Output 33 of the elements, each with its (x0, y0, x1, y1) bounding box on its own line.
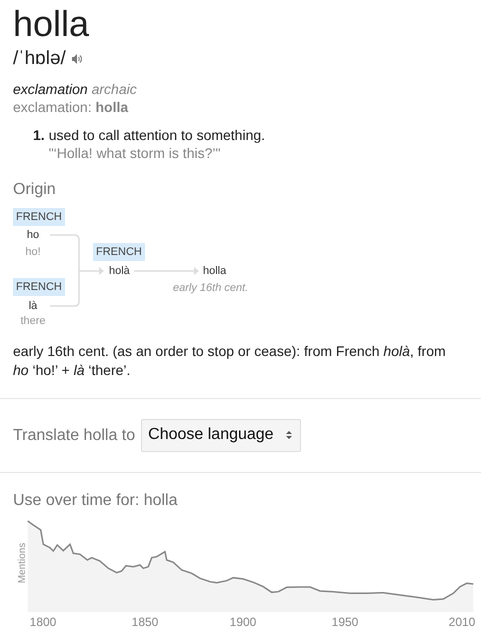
definition-text: used to call attention to something. (48, 126, 266, 144)
headword: holla (13, 4, 90, 44)
axis-tick-label: 1950 (332, 615, 358, 629)
language-tag: FRENCH (13, 278, 65, 296)
axis-tick-label: 2010 (448, 615, 476, 629)
axis-tick-label: 1800 (30, 615, 56, 629)
pronunciation: /ˈhɒlə/ (13, 48, 66, 70)
etymon-date: early 16th cent. (173, 281, 248, 295)
etymon-gloss: there (19, 314, 47, 328)
speaker-icon[interactable] (72, 54, 82, 64)
language-select[interactable]: Choose language (141, 419, 301, 452)
section-heading: Origin (13, 180, 57, 200)
part-of-speech: exclamation (13, 81, 88, 97)
language-tag: FRENCH (13, 208, 65, 226)
etymon-word: holà (109, 264, 130, 278)
translate-label: Translate holla to (13, 426, 136, 446)
sense-number: 1. (33, 126, 45, 145)
axis-tick-label: 1900 (230, 615, 256, 629)
axis-tick-label: 1850 (132, 615, 158, 629)
arrow (134, 267, 199, 275)
arrow (79, 267, 104, 275)
origin-text: early 16th cent. (as an order to stop or cease): from French holà, from ho ‘ho!’ + là ‘there’. (13, 342, 447, 380)
register-label: archaic (92, 81, 137, 97)
example-quote: "‘Holla! what storm is this?’" (48, 144, 222, 162)
etymon-word: holla (203, 264, 226, 278)
etymon-gloss: ho! (24, 245, 42, 259)
section-heading: Use over time for: holla (13, 491, 179, 511)
etymon-word: là (28, 299, 38, 313)
dropdown-caret-icon (286, 430, 292, 440)
language-tag: FRENCH (93, 243, 145, 261)
axis-label: Mentions (17, 542, 28, 584)
etymon-word: ho (26, 228, 40, 242)
variant-form: exclamation: holla (13, 98, 130, 116)
